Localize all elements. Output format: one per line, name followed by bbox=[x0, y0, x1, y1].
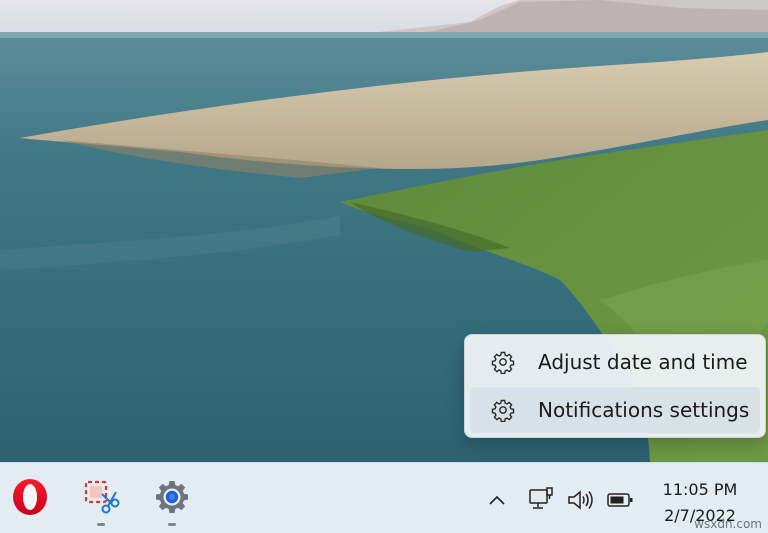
taskbar-app-settings[interactable] bbox=[150, 477, 194, 527]
menu-item-notifications-settings[interactable]: Notifications settings bbox=[470, 387, 760, 433]
menu-item-label: Notifications settings bbox=[538, 398, 750, 422]
taskbar-app-opera[interactable] bbox=[8, 477, 52, 527]
running-indicator bbox=[168, 523, 176, 526]
speaker-icon[interactable] bbox=[565, 485, 595, 515]
gear-icon bbox=[490, 397, 516, 423]
ethernet-icon[interactable] bbox=[526, 485, 556, 515]
settings-icon bbox=[152, 477, 192, 517]
snipping-tool-icon bbox=[81, 477, 121, 517]
opera-icon bbox=[10, 477, 50, 517]
menu-item-label: Adjust date and time bbox=[538, 350, 748, 374]
menu-item-adjust-date-time[interactable]: Adjust date and time bbox=[470, 339, 760, 385]
running-indicator bbox=[97, 523, 105, 526]
watermark: wsxdn.com bbox=[694, 517, 762, 531]
clock-time: 11:05 PM bbox=[662, 480, 738, 499]
tray-context-menu: Adjust date and time Notifications setti… bbox=[464, 334, 766, 438]
gear-icon bbox=[490, 349, 516, 375]
battery-icon[interactable] bbox=[605, 485, 635, 515]
chevron-up-icon[interactable] bbox=[486, 485, 508, 515]
taskbar: 11:05 PM 2/7/2022 wsxdn.com bbox=[0, 462, 768, 533]
taskbar-app-snipping-tool[interactable] bbox=[79, 477, 123, 527]
